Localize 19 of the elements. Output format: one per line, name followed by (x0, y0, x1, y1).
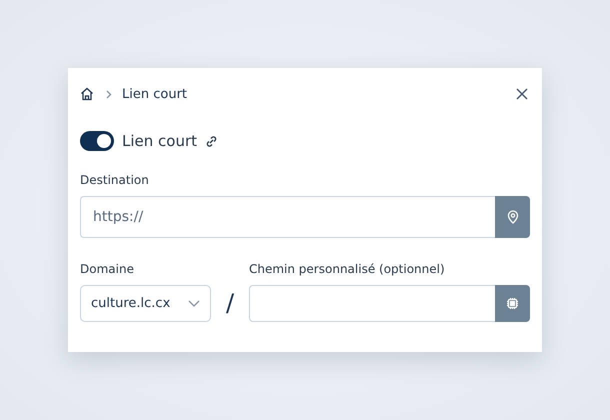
home-icon[interactable] (80, 87, 94, 101)
chip-icon (506, 297, 519, 310)
path-label: Chemin personnalisé (optionnel) (249, 262, 446, 276)
toggle-switch[interactable] (80, 131, 114, 151)
toggle-label: Lien court (122, 132, 198, 150)
path-separator: / (224, 288, 236, 319)
chevron-down-icon (188, 300, 200, 307)
destination-label: Destination (80, 173, 150, 187)
domain-select[interactable]: culture.lc.cx (80, 285, 211, 322)
link-icon (205, 134, 218, 148)
ai-generate-button[interactable] (495, 285, 530, 322)
destination-field[interactable]: https:// (80, 196, 495, 238)
location-button[interactable] (495, 196, 530, 238)
location-pin-icon (506, 210, 518, 224)
breadcrumb-current: Lien court (122, 86, 188, 102)
domain-label: Domaine (80, 262, 135, 276)
close-button[interactable] (514, 86, 530, 102)
chevron-right-icon (106, 90, 112, 98)
path-field[interactable] (249, 285, 495, 322)
